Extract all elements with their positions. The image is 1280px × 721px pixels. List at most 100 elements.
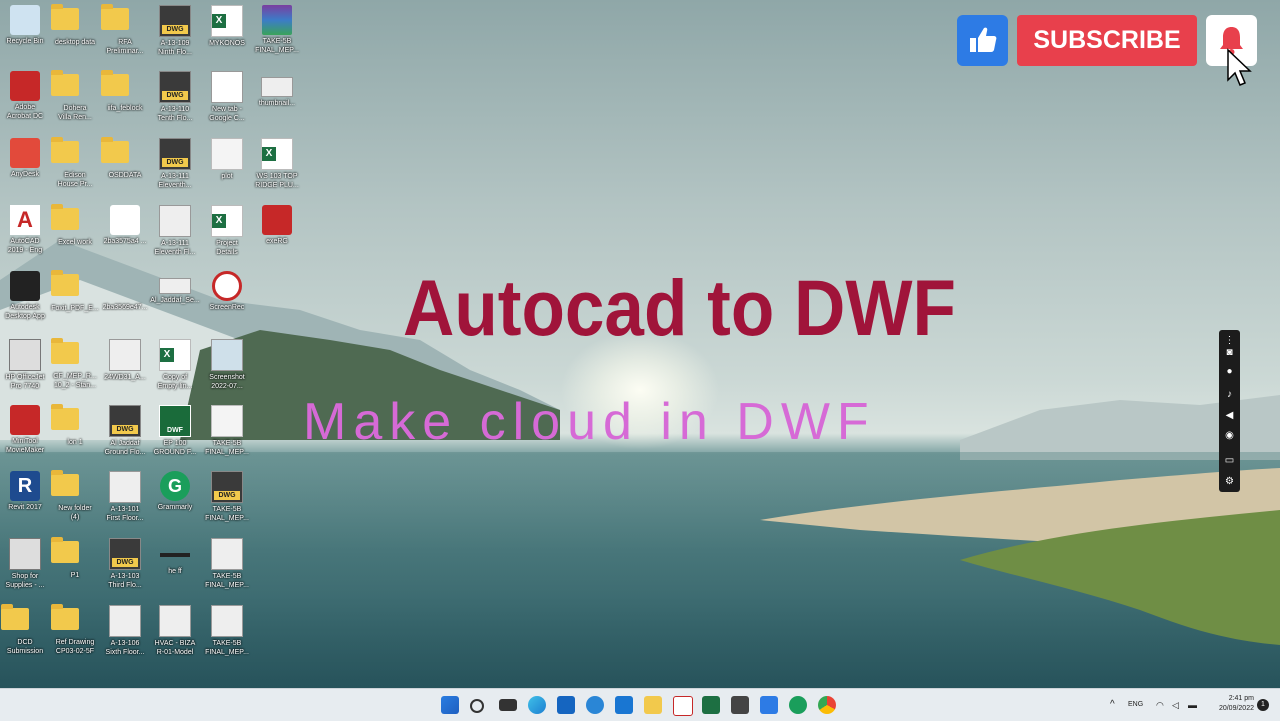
task-view-icon[interactable]: [499, 699, 517, 711]
excel-taskbar-icon[interactable]: [702, 696, 720, 714]
store-icon[interactable]: [615, 696, 633, 714]
desktop-icon-excel[interactable]: Copy of Empty lin...: [150, 336, 200, 402]
subscribe-button[interactable]: SUBSCRIBE: [1017, 15, 1197, 66]
drawing-thumbnail-icon: [159, 205, 191, 237]
desktop-icon-he-ff[interactable]: he ff: [150, 535, 200, 601]
desktop-icon-thumb[interactable]: A-13-111 Eleventh Fl...: [150, 202, 200, 268]
desktop-icon-autocad[interactable]: A AutoCAD 2019 - Eng: [0, 202, 50, 268]
desktop-icon-excel[interactable]: MYKONOS: [202, 2, 252, 68]
desktop-icon-anydesk[interactable]: AnyDesk: [0, 135, 50, 201]
desktop-icon-ep100[interactable]: DWF EP 100 GROUND F...: [150, 402, 200, 468]
folder-icon: [51, 470, 79, 496]
desktop-icon-doc[interactable]: plot: [202, 135, 252, 201]
skull-icon: [262, 205, 292, 235]
desktop-icon-foxit-folder[interactable]: Foxit_PDF_E...: [50, 268, 100, 334]
desktop-icon-dwg[interactable]: A-13-111 Eleventh...: [150, 135, 200, 201]
desktop-icon-shop-supplies[interactable]: Shop for Supplies - ...: [0, 535, 50, 601]
camera-icon[interactable]: ◙: [1223, 346, 1236, 359]
autocad-taskbar-icon[interactable]: [673, 696, 693, 716]
volume-icon[interactable]: ◁: [1172, 689, 1179, 721]
desktop-icon-excel[interactable]: Project Details: [202, 202, 252, 268]
desktop-icon-folder[interactable]: Excel work: [50, 202, 100, 268]
edge-icon[interactable]: [586, 696, 604, 714]
desktop-icon-al-jaddaf[interactable]: Al Jaddaf Ground Flo...: [100, 402, 150, 468]
microphone-icon[interactable]: ♪: [1223, 388, 1236, 401]
desktop-icon-minitool[interactable]: MiniTool MovieMaker: [0, 402, 50, 468]
desktop-icon-thumb[interactable]: Al_Jaddaf_Se...: [150, 268, 200, 334]
drawing-thumbnail-icon: [109, 605, 141, 637]
desktop-icon-dwg[interactable]: A-13-109 Ninth Flo...: [150, 2, 200, 68]
desktop-icon-app[interactable]: 2ba3569e47...: [100, 268, 150, 334]
desktop-icon-excel[interactable]: WS 103 TOP RIDGE PLU...: [252, 135, 302, 201]
desktop-icon-dwg[interactable]: A-13-110 Tenth Flo...: [150, 68, 200, 134]
desktop-icon-folder[interactable]: RFA Preliminar...: [100, 2, 150, 68]
notification-badge[interactable]: 1: [1257, 699, 1269, 711]
desktop-icon-take5b-thumb[interactable]: TAKE-5B FINAL_MEP...: [202, 535, 252, 601]
desktop-icon-adobe[interactable]: Adobe Acrobat DC: [0, 68, 50, 134]
app-taskbar-icon[interactable]: [731, 696, 749, 714]
desktop-icon-app[interactable]: 2ba3575a4 ...: [100, 202, 150, 268]
desktop-icon-recycle-bin[interactable]: Recycle Bin: [0, 2, 50, 68]
desktop-icon-folder[interactable]: Edison House Pr...: [50, 135, 100, 201]
desktop-icon-hvac[interactable]: HVAC - BIZA R-01-Model: [150, 602, 200, 668]
printer-icon: [9, 538, 41, 570]
desktop-icon-thumbnail[interactable]: thumbnail...: [252, 68, 302, 134]
battery-icon[interactable]: ▬: [1188, 689, 1197, 721]
desktop-icon-winrar[interactable]: TAKE-5B FINAL_MEP...: [252, 2, 302, 68]
desktop-icon-screenshot[interactable]: Screenshot 2022-07...: [202, 336, 252, 402]
desktop-icon-new-folder[interactable]: New folder (4): [50, 468, 100, 534]
desktop-icon-take5b-thumb[interactable]: TAKE-5B FINAL_MEP...: [202, 602, 252, 668]
language-indicator[interactable]: ENG: [1128, 689, 1143, 721]
desktop-icon-ref-drawing[interactable]: Ref Drawing CP03-02-5F: [50, 602, 100, 668]
record-icon[interactable]: ●: [1223, 365, 1236, 378]
desktop-icon-grammarly[interactable]: G Grammarly: [150, 468, 200, 534]
video-file-icon: [211, 71, 243, 103]
mouse-cursor-icon: [1227, 48, 1252, 86]
image-file-icon: [211, 339, 243, 371]
desktop-icon-take5b-doc[interactable]: TAKE-5B FINAL_MEP...: [202, 402, 252, 468]
desktop-icon-take5b-dwg[interactable]: TAKE-5B FINAL_MEP...: [202, 468, 252, 534]
clock[interactable]: 2:41 pm 20/09/2022: [1206, 694, 1254, 714]
desktop-icon-dcd-submission[interactable]: DCD Submission: [0, 602, 50, 668]
like-button[interactable]: [957, 15, 1008, 66]
desktop-icon-a13-103[interactable]: A-13-103 Third Flo...: [100, 535, 150, 601]
app-taskbar-icon[interactable]: [789, 696, 807, 714]
desktop-icon-a13-106[interactable]: A-13-106 Sixth Floor...: [100, 602, 150, 668]
file-explorer-icon[interactable]: [644, 696, 662, 714]
desktop-icon-folder[interactable]: GF_MEP_R... 10_2 - Stan...: [50, 336, 100, 402]
start-windows-icon[interactable]: [441, 696, 459, 714]
desktop-icon-folder[interactable]: iifa_feblock: [100, 68, 150, 134]
desktop-icon-app[interactable]: exeRG: [252, 202, 302, 268]
webcam-icon[interactable]: ◉: [1223, 429, 1236, 442]
edge-browser-icon[interactable]: [528, 696, 546, 714]
folder-icon: [51, 604, 79, 630]
search-icon[interactable]: [470, 699, 484, 713]
desktop-icon-lon1[interactable]: lon 1: [50, 402, 100, 468]
desktop-icon-folder[interactable]: Dohera Villa Ren...: [50, 68, 100, 134]
photos-icon[interactable]: [760, 696, 778, 714]
speaker-icon[interactable]: ◀: [1223, 409, 1236, 422]
autocad-icon: A: [10, 205, 40, 235]
desktop-icon-thumb[interactable]: 24WD31_A...: [100, 336, 150, 402]
desktop-icon-folder[interactable]: OSDDATA: [100, 135, 150, 201]
gear-icon[interactable]: ⚙: [1223, 475, 1236, 488]
dwg-file-icon: [211, 471, 243, 503]
dwf-file-icon: DWF: [159, 405, 191, 437]
desktop-icon-video[interactable]: New tab - Google C...: [202, 68, 252, 134]
desktop-icon-p1[interactable]: P1: [50, 535, 100, 601]
excel-file-icon: [261, 138, 293, 170]
desktop-icon-a13-101[interactable]: A-13-101 First Floor...: [100, 468, 150, 534]
desktop-icon-screenrec[interactable]: ScreenRec: [202, 268, 252, 334]
chevron-up-icon[interactable]: ^: [1110, 689, 1115, 721]
desktop-icon-hp-printer[interactable]: HP OfficeJet Pro 7740: [0, 336, 50, 402]
screen-icon[interactable]: ▭: [1223, 454, 1236, 467]
desktop-icon-folder[interactable]: desktop data: [50, 2, 100, 68]
drawing-thumbnail-icon: [211, 605, 243, 637]
outlook-icon[interactable]: [557, 696, 575, 714]
anydesk-icon: [10, 138, 40, 168]
desktop-icon-revit[interactable]: R Revit 2017: [0, 468, 50, 534]
minitool-icon: [10, 405, 40, 435]
chrome-icon[interactable]: [818, 696, 836, 714]
wifi-icon[interactable]: ◠: [1156, 689, 1164, 721]
desktop-icon-ada[interactable]: Autodesk Desktop App: [0, 268, 50, 334]
